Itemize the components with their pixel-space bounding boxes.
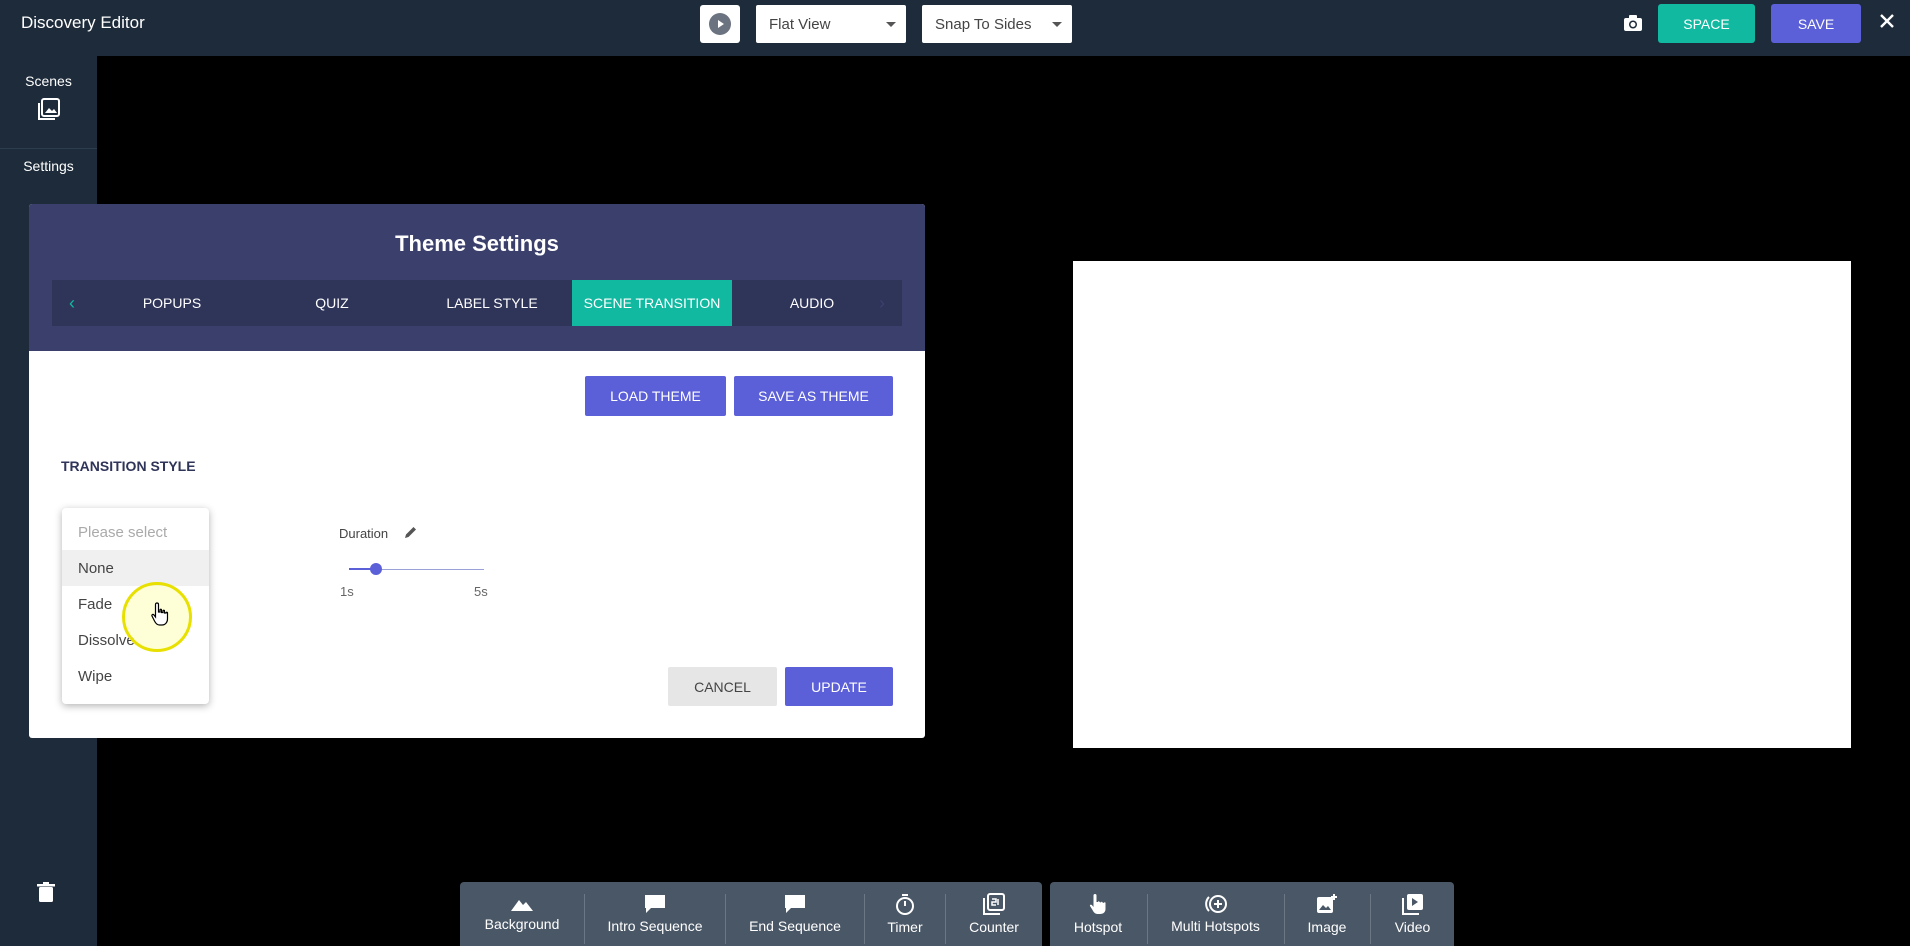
hand-cursor-icon (151, 602, 169, 631)
tool-label: Multi Hotspots (1171, 918, 1260, 934)
tool-label: Image (1307, 919, 1347, 935)
tool-label: Counter (969, 919, 1019, 935)
mountain-icon (511, 900, 533, 911)
bottom-toolbar-left: Background Intro Sequence End Sequence T… (460, 882, 1042, 946)
tab-bar: ‹ POPUPS QUIZ LABEL STYLE SCENE TRANSITI… (52, 280, 902, 326)
pencil-icon[interactable] (403, 525, 418, 545)
tool-counter[interactable]: Counter (946, 882, 1042, 946)
sidebar-item-scenes[interactable]: Scenes (0, 73, 97, 124)
bottom-toolbar-right: Hotspot Multi Hotspots Image Video (1050, 882, 1454, 946)
tab-popups[interactable]: POPUPS (92, 280, 252, 326)
chevron-down-icon (886, 22, 896, 27)
section-title: TRANSITION STYLE (61, 458, 196, 474)
sidebar-item-settings[interactable]: Settings (0, 158, 97, 174)
sidebar-divider (0, 148, 97, 149)
space-button[interactable]: SPACE (1658, 4, 1755, 43)
tool-background[interactable]: Background (460, 882, 584, 946)
tool-label: Hotspot (1073, 919, 1123, 935)
tool-label: End Sequence (749, 918, 841, 934)
tool-hotspot[interactable]: Hotspot (1050, 882, 1146, 946)
speech-bubble-icon (645, 895, 665, 913)
tool-label: Background (484, 916, 560, 932)
play-icon (709, 13, 731, 35)
select-placeholder: Please select (78, 523, 168, 541)
preview-play-button[interactable] (700, 5, 740, 43)
modal-header: Theme Settings ‹ POPUPS QUIZ LABEL STYLE… (29, 204, 925, 351)
add-circle-icon (1204, 895, 1227, 913)
app-title: Discovery Editor (21, 13, 145, 32)
tool-label: Video (1394, 919, 1431, 935)
tab-quiz[interactable]: QUIZ (252, 280, 412, 326)
tool-end-sequence[interactable]: End Sequence (726, 882, 864, 946)
tool-multi-hotspots[interactable]: Multi Hotspots (1148, 882, 1283, 946)
tool-video[interactable]: Video (1371, 882, 1454, 946)
pointer-hand-icon (1089, 894, 1106, 914)
chevron-left-icon[interactable]: ‹ (52, 280, 92, 326)
duration-label: Duration (339, 526, 389, 541)
chevron-down-icon (1052, 22, 1062, 27)
tab-scene-transition[interactable]: SCENE TRANSITION (572, 280, 732, 326)
speech-bubble-icon (785, 895, 805, 913)
add-image-icon (1317, 894, 1337, 913)
save-button[interactable]: SAVE (1771, 4, 1861, 43)
slider-min-label: 1s (340, 584, 354, 599)
option-wipe[interactable]: Wipe (62, 658, 209, 694)
tool-timer[interactable]: Timer (865, 882, 945, 946)
top-bar: Discovery Editor Flat View Snap To Sides… (0, 0, 1910, 56)
modal-title: Theme Settings (395, 231, 559, 256)
scene-canvas[interactable] (1073, 261, 1851, 748)
stopwatch-icon (896, 894, 914, 915)
snap-mode-select[interactable]: Snap To Sides (922, 5, 1072, 43)
option-none[interactable]: None (62, 550, 209, 586)
snap-mode-value: Snap To Sides (935, 15, 1032, 33)
sidebar-item-label: Settings (23, 158, 74, 174)
trash-icon[interactable] (37, 882, 55, 907)
load-theme-button[interactable]: LOAD THEME (585, 376, 726, 416)
duration-slider-thumb[interactable] (370, 563, 382, 575)
tool-label: Intro Sequence (607, 918, 703, 934)
view-mode-value: Flat View (769, 15, 831, 33)
slider-max-label: 5s (474, 584, 488, 599)
video-icon (1401, 894, 1423, 915)
tool-intro-sequence[interactable]: Intro Sequence (585, 882, 725, 946)
sidebar-item-label: Scenes (25, 73, 72, 89)
cancel-button[interactable]: CANCEL (668, 667, 777, 706)
counter-icon (983, 893, 1005, 915)
update-button[interactable]: UPDATE (785, 667, 893, 706)
tab-label-style[interactable]: LABEL STYLE (412, 280, 572, 326)
camera-icon[interactable] (1622, 12, 1644, 34)
tool-image[interactable]: Image (1285, 882, 1369, 946)
view-mode-select[interactable]: Flat View (756, 5, 906, 43)
chevron-right-icon[interactable]: › (862, 280, 902, 326)
tool-label: Timer (887, 919, 923, 935)
close-icon[interactable] (1876, 10, 1898, 32)
theme-settings-modal: Theme Settings ‹ POPUPS QUIZ LABEL STYLE… (29, 204, 925, 738)
gallery-icon (37, 98, 60, 120)
save-as-theme-button[interactable]: SAVE AS THEME (734, 376, 893, 416)
